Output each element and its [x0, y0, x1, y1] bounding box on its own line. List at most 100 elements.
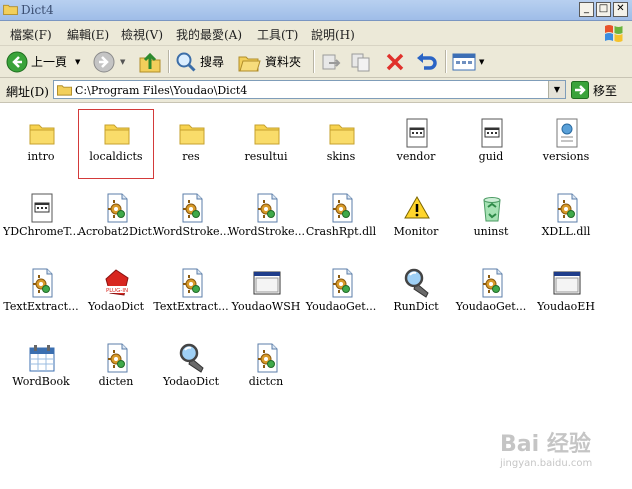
folder-icon [27, 117, 57, 149]
menu-favorites[interactable]: 我的最愛(A) [176, 26, 242, 43]
file-item[interactable]: PLUG-IN YodaoDict [78, 259, 154, 329]
search-button[interactable]: 搜尋 [175, 49, 224, 74]
file-item[interactable]: skins [303, 109, 379, 179]
maximize-button[interactable]: □ [596, 2, 611, 17]
address-bar: 網址(D) C:\Program Files\Youdao\Dict4 ▼ 移至 [0, 78, 632, 103]
minimize-button[interactable]: _ [579, 2, 594, 17]
file-item[interactable]: versions [528, 109, 604, 179]
dll-icon [27, 267, 57, 299]
file-item[interactable]: resultui [228, 109, 304, 179]
close-button[interactable]: ✕ [613, 2, 628, 17]
menu-tools[interactable]: 工具(T) [257, 26, 298, 43]
file-item[interactable]: uninst [453, 184, 529, 254]
file-name: Monitor [393, 225, 439, 238]
file-name: YoudaoWSH [231, 300, 301, 313]
file-name: resultui [244, 150, 288, 163]
go-arrow-icon [571, 81, 589, 99]
file-item[interactable]: YoudaoEH [528, 259, 604, 329]
file-item[interactable]: WordStroke... [153, 184, 229, 254]
address-dropdown-icon[interactable]: ▼ [548, 81, 565, 98]
baidu-watermark: Bai 经验 jingyan.baidu.com [482, 420, 622, 480]
toolbar-separator [168, 50, 170, 73]
file-name: YDChromeT... [3, 225, 79, 238]
file-name: guid [478, 150, 504, 163]
back-arrow-icon [6, 51, 28, 72]
file-item[interactable]: Acrobat2Dict... [78, 184, 154, 254]
dll-icon [252, 192, 282, 224]
file-item[interactable]: RunDict [378, 259, 454, 329]
forward-arrow-icon [93, 51, 115, 72]
forward-button[interactable]: ▼ [93, 49, 125, 74]
file-item[interactable]: vendor [378, 109, 454, 179]
move-to-button[interactable] [320, 49, 342, 74]
window-icon [552, 267, 582, 299]
file-item[interactable]: localdicts [78, 109, 154, 179]
file-name: YoudaoGet... [455, 300, 527, 313]
views-button[interactable]: ▼ [452, 49, 484, 74]
views-dropdown-icon[interactable]: ▼ [479, 58, 484, 66]
undo-button[interactable] [414, 49, 438, 74]
delete-icon [386, 53, 404, 70]
file-item[interactable]: dictcn [228, 334, 304, 404]
file-item[interactable]: YoudaoGet... [303, 259, 379, 329]
menu-edit[interactable]: 編輯(E) [67, 26, 109, 43]
file-item[interactable]: WordBook [3, 334, 79, 404]
windows-logo-icon [605, 25, 623, 42]
file-item[interactable]: YoudaoWSH [228, 259, 304, 329]
file-item[interactable]: Monitor [378, 184, 454, 254]
folder-up-icon [139, 52, 161, 72]
file-name: localdicts [89, 150, 143, 163]
file-name: intro [27, 150, 55, 163]
up-folder-button[interactable] [138, 49, 162, 74]
file-item[interactable]: guid [453, 109, 529, 179]
folder-icon [177, 117, 207, 149]
window-icon [252, 267, 282, 299]
recycle-icon [477, 192, 507, 224]
menu-view[interactable]: 檢視(V) [121, 26, 163, 43]
doc-icon [27, 192, 57, 224]
copy-to-button[interactable] [350, 49, 372, 74]
folder-icon [57, 85, 72, 96]
file-item[interactable]: XDLL.dll [528, 184, 604, 254]
back-button[interactable]: 上一頁 ▼ [6, 49, 80, 74]
back-dropdown-icon[interactable]: ▼ [75, 58, 80, 66]
delete-button[interactable] [384, 49, 406, 74]
file-item[interactable]: YodaoDict [153, 334, 229, 404]
file-name: dictcn [248, 375, 284, 388]
file-item[interactable]: res [153, 109, 229, 179]
file-name: res [182, 150, 200, 163]
file-item[interactable]: dicten [78, 334, 154, 404]
file-name: vendor [396, 150, 436, 163]
toolbar-separator [445, 50, 447, 73]
file-item[interactable]: WordStroke... [228, 184, 304, 254]
file-name: dicten [98, 375, 134, 388]
file-item[interactable]: YoudaoGet... [453, 259, 529, 329]
folders-icon [238, 56, 261, 71]
file-name: TextExtract... [3, 300, 79, 313]
dll-icon [102, 192, 132, 224]
folders-button[interactable]: 資料夾 [238, 49, 301, 74]
file-item[interactable]: CrashRpt.dll [303, 184, 379, 254]
toolbar-separator [313, 50, 315, 73]
file-item[interactable]: YDChromeT... [3, 184, 79, 254]
back-label: 上一頁 [31, 55, 68, 69]
go-button[interactable]: 移至 [571, 81, 617, 99]
magnifier-icon [177, 342, 207, 374]
forward-dropdown-icon[interactable]: ▼ [120, 58, 125, 66]
menu-file[interactable]: 檔案(F) [10, 26, 52, 43]
file-item[interactable]: TextExtract... [153, 259, 229, 329]
search-icon [176, 52, 196, 72]
doc-icon [477, 117, 507, 149]
address-input[interactable]: C:\Program Files\Youdao\Dict4 ▼ [53, 80, 566, 99]
file-item[interactable]: TextExtract... [3, 259, 79, 329]
address-path: C:\Program Files\Youdao\Dict4 [75, 84, 248, 97]
window-title: Dict4 [21, 3, 54, 17]
file-item[interactable]: intro [3, 109, 79, 179]
menu-help[interactable]: 說明(H) [311, 26, 355, 43]
dll-icon [327, 192, 357, 224]
folders-label: 資料夾 [265, 55, 302, 69]
file-name: CrashRpt.dll [305, 225, 377, 238]
dll-icon [552, 192, 582, 224]
views-icon [452, 53, 476, 70]
file-name: uninst [473, 225, 509, 238]
